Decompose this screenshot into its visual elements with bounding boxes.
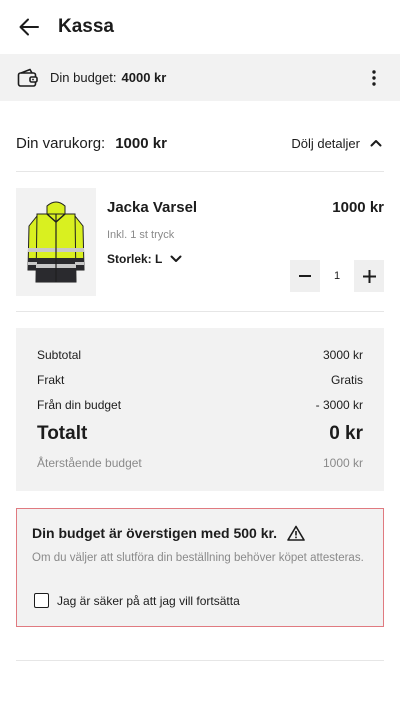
budget-bar: Din budget: 4000 kr	[0, 54, 400, 101]
size-selector[interactable]: Storlek: L	[107, 252, 182, 266]
order-summary: Subtotal 3000 kr Frakt Gratis Från din b…	[16, 328, 384, 491]
subtotal-value: 3000 kr	[322, 348, 363, 362]
budget-deduction-value: - 3000 kr	[315, 398, 363, 412]
budget-deduction-label: Från din budget	[37, 398, 122, 412]
divider	[16, 171, 384, 172]
budget-deduction-row: Från din budget - 3000 kr	[37, 398, 363, 412]
top-bar: Kassa	[0, 0, 400, 54]
budget-warning: Din budget är överstigen med 500 kr. Om …	[16, 508, 384, 627]
divider	[16, 660, 384, 661]
increase-quantity-button[interactable]	[354, 260, 384, 292]
cart-header: Din varukorg: 1000 kr Dölj detaljer	[16, 132, 384, 154]
product-print-info: Inkl. 1 st tryck	[107, 229, 175, 241]
shipping-row: Frakt Gratis	[37, 373, 363, 387]
more-vertical-icon[interactable]	[364, 68, 384, 88]
remaining-budget-label: Återstående budget	[37, 456, 142, 470]
warning-triangle-icon	[287, 524, 305, 542]
budget-value: 4000 kr	[121, 70, 167, 85]
subtotal-row: Subtotal 3000 kr	[37, 348, 363, 362]
total-row: Totalt 0 kr	[37, 423, 363, 445]
confirm-label: Jag är säker på att jag vill fortsätta	[57, 593, 240, 608]
total-label: Totalt	[37, 423, 88, 444]
size-label: Storlek: L	[107, 252, 163, 266]
page-title: Kassa	[58, 16, 114, 37]
confirm-checkbox[interactable]	[34, 593, 49, 608]
quantity-value: 1	[333, 270, 341, 282]
chevron-down-icon	[170, 253, 182, 265]
wallet-icon	[16, 66, 40, 90]
warning-title: Din budget är överstigen med 500 kr.	[32, 524, 305, 542]
cart-item: Jacka Varsel 1000 kr Inkl. 1 st tryck St…	[16, 188, 384, 296]
product-price: 1000 kr	[332, 199, 384, 216]
remaining-budget-row: Återstående budget 1000 kr	[37, 456, 363, 470]
chevron-up-icon	[370, 136, 384, 150]
cart-total: 1000 kr	[115, 134, 167, 152]
product-name: Jacka Varsel	[107, 199, 198, 216]
warning-message: Om du väljer att slutföra din beställnin…	[32, 552, 364, 564]
warning-title-text: Din budget är överstigen med 500 kr.	[32, 525, 278, 541]
plus-icon	[362, 269, 376, 283]
decrease-quantity-button[interactable]	[290, 260, 320, 292]
divider	[16, 311, 384, 312]
arrow-left-icon	[19, 18, 39, 36]
total-value: 0 kr	[329, 423, 363, 444]
cart-label: Din varukorg:	[16, 134, 106, 152]
subtotal-label: Subtotal	[37, 348, 82, 362]
back-button[interactable]	[16, 14, 42, 40]
quantity-stepper: 1	[290, 260, 384, 292]
toggle-label: Dölj detaljer	[291, 135, 360, 151]
minus-icon	[299, 275, 311, 277]
remaining-budget-value: 1000 kr	[322, 456, 363, 470]
shipping-label: Frakt	[37, 373, 65, 387]
confirm-continue-option[interactable]: Jag är säker på att jag vill fortsätta	[34, 593, 240, 608]
hide-details-toggle[interactable]: Dölj detaljer	[291, 136, 384, 151]
shipping-value: Gratis	[330, 373, 363, 387]
budget-label: Din budget:	[50, 70, 117, 85]
product-image	[16, 188, 96, 296]
